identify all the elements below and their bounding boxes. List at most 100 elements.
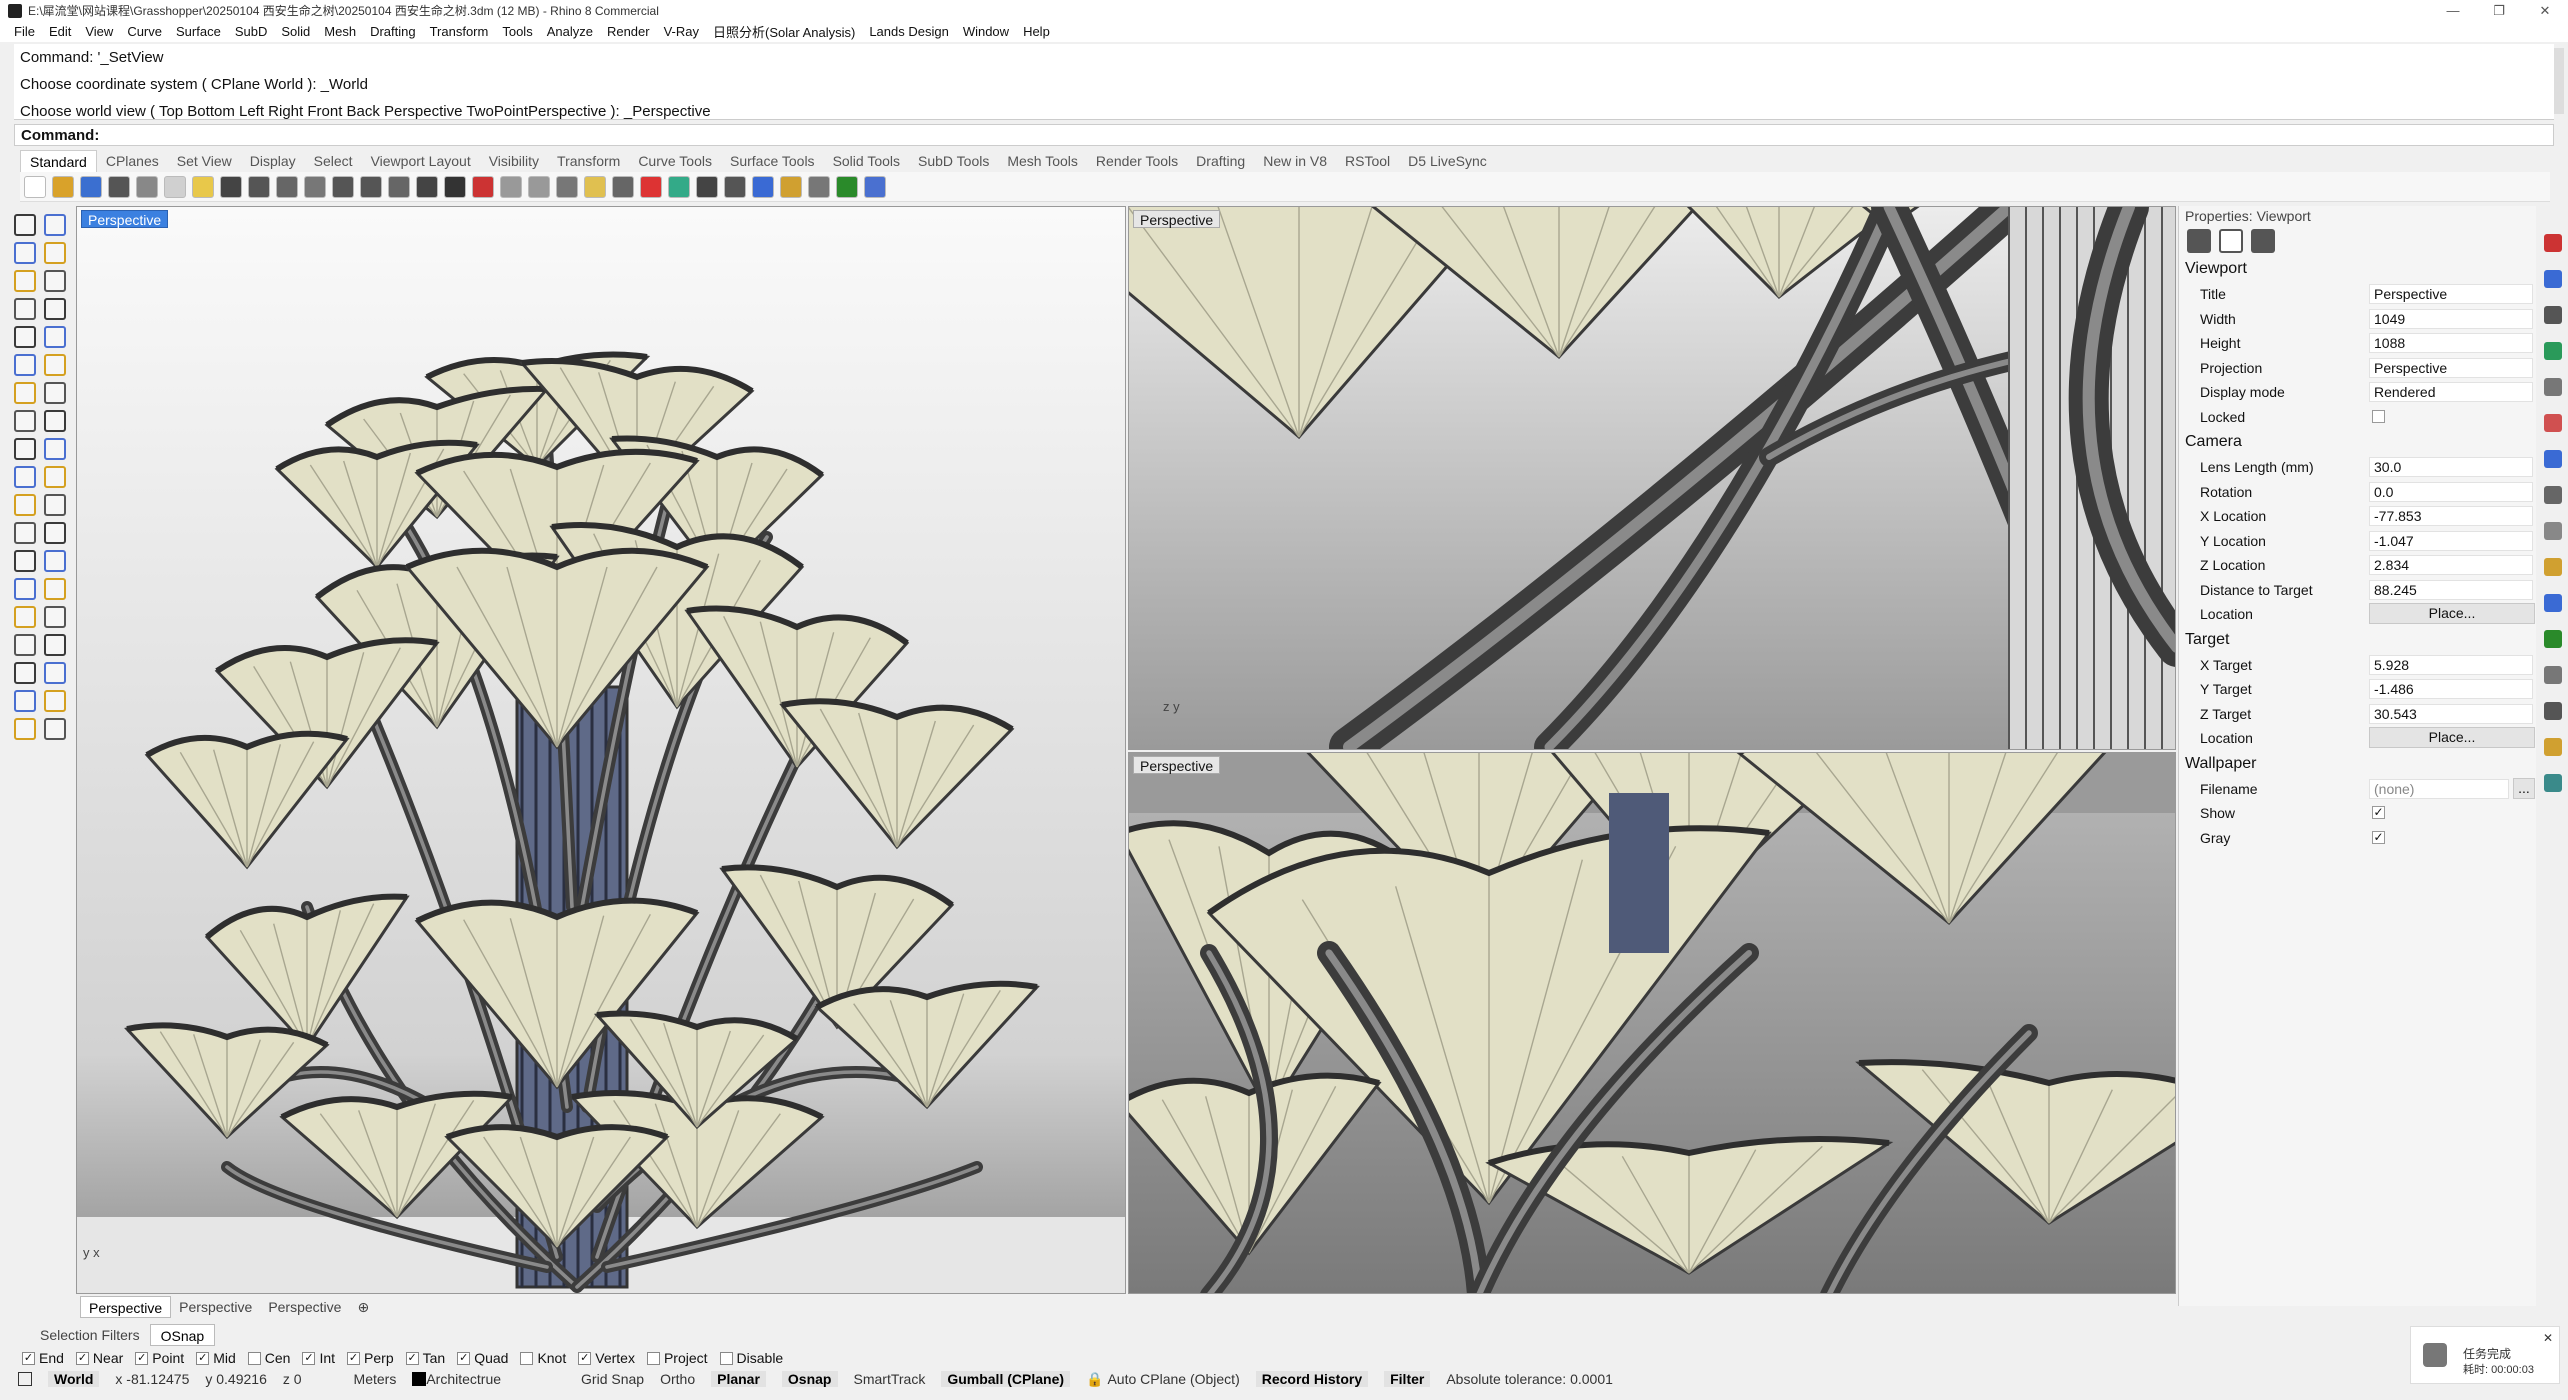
close-notification-icon[interactable]: ✕ [2543, 1331, 2553, 1345]
menu-item[interactable]: Solid [281, 24, 310, 39]
toolbar-button-icon[interactable] [416, 175, 438, 198]
left-tool-icon[interactable] [14, 662, 36, 684]
toolbar-button-icon[interactable] [220, 175, 242, 198]
left-tool-icon[interactable] [14, 438, 36, 460]
toolbar-button-icon[interactable] [52, 175, 74, 198]
left-tool-icon[interactable] [14, 354, 36, 376]
osnap-option[interactable]: ✓ Int [302, 1350, 335, 1366]
property-value-field[interactable]: 0.0 [2369, 481, 2533, 502]
osnap-option[interactable]: Knot [520, 1350, 566, 1366]
osnap-option[interactable]: ✓ End [22, 1350, 64, 1366]
command-history-scrollbar[interactable] [2554, 48, 2564, 114]
toolbar-tab[interactable]: Curve Tools [629, 150, 721, 172]
property-value-field[interactable]: -1.486 [2369, 679, 2533, 699]
osnap-option[interactable]: ✓ Mid [196, 1350, 236, 1366]
browse-button[interactable]: ... [2513, 777, 2535, 799]
osnap-checkbox[interactable]: ✓ [578, 1351, 592, 1365]
toolbar-button-icon[interactable] [808, 175, 830, 198]
toolbar-tab[interactable]: Drafting [1187, 150, 1254, 172]
osnap-option[interactable]: ✓ Quad [457, 1350, 508, 1366]
place-camera-button[interactable]: Place... [2369, 603, 2535, 624]
grid-snap-button[interactable]: Grid Snap [581, 1371, 644, 1387]
toolbar-button-icon[interactable] [864, 175, 886, 198]
locked-checkbox[interactable] [2372, 409, 2385, 423]
panel-tab-icon[interactable] [2544, 270, 2562, 288]
left-tool-icon[interactable] [14, 718, 36, 740]
toolbar-button-icon[interactable] [780, 175, 802, 198]
left-tool-icon[interactable] [44, 382, 66, 404]
toolbar-tab[interactable]: SubD Tools [909, 150, 998, 172]
property-value-field[interactable]: 88.245 [2369, 579, 2533, 600]
menu-item[interactable]: Drafting [370, 24, 416, 39]
close-icon[interactable]: ✕ [2522, 0, 2568, 21]
units-label[interactable]: Meters [354, 1371, 397, 1387]
left-tool-icon[interactable] [14, 634, 36, 656]
toolbar-tab[interactable]: Select [305, 150, 362, 172]
property-value-field[interactable]: -77.853 [2369, 506, 2533, 526]
panel-tab-icon[interactable] [2544, 630, 2562, 648]
osnap-checkbox[interactable]: ✓ [75, 1351, 89, 1365]
left-tool-icon[interactable] [44, 326, 66, 348]
property-value-field[interactable]: Rendered [2369, 382, 2533, 402]
property-value-field[interactable]: 30.543 [2369, 703, 2533, 724]
place-target-button[interactable]: Place... [2369, 727, 2535, 748]
property-value-field[interactable]: 5.928 [2369, 654, 2533, 675]
left-tool-icon[interactable] [44, 578, 66, 600]
toolbar-button-icon[interactable] [108, 175, 130, 198]
viewport-label-bottom-right[interactable]: Perspective [1133, 756, 1221, 774]
menu-item[interactable]: Tools [502, 24, 532, 39]
toolbar-button-icon[interactable] [304, 175, 326, 198]
toolbar-button-icon[interactable] [724, 175, 746, 198]
osnap-button[interactable]: Osnap [781, 1371, 838, 1387]
viewport-icon[interactable] [2219, 229, 2243, 253]
property-value-field[interactable]: Perspective [2369, 357, 2533, 378]
panel-tab-icon[interactable] [2544, 738, 2562, 756]
left-tool-icon[interactable] [14, 494, 36, 516]
toolbar-button-icon[interactable] [584, 175, 606, 198]
toolbar-tab[interactable]: D5 LiveSync [1399, 150, 1496, 172]
menu-item[interactable]: Analyze [547, 24, 593, 39]
panel-tab-icon[interactable] [2544, 450, 2562, 468]
panel-tab-icon[interactable] [2544, 414, 2562, 432]
toolbar-button-icon[interactable] [444, 175, 466, 198]
panel-tab-icon[interactable] [2544, 522, 2562, 540]
osnap-option[interactable]: ✓ Point [135, 1350, 184, 1366]
record-history-button[interactable]: Record History [1255, 1371, 1369, 1387]
toolbar-button-icon[interactable] [276, 175, 298, 198]
left-tool-icon[interactable] [44, 242, 66, 264]
toolbar-tab[interactable]: CPlanes [97, 150, 168, 172]
left-tool-icon[interactable] [44, 410, 66, 432]
toolbar-tab[interactable]: Standard [20, 150, 97, 172]
toolbar-button-icon[interactable] [752, 175, 774, 198]
toolbar-button-icon[interactable] [556, 175, 578, 198]
osnap-checkbox[interactable] [247, 1351, 261, 1365]
toolbar-tab[interactable]: New in V8 [1254, 150, 1336, 172]
osnap-option[interactable]: Project [646, 1350, 708, 1366]
osnap-checkbox[interactable]: ✓ [135, 1351, 149, 1365]
osnap-checkbox[interactable]: ✓ [457, 1351, 471, 1365]
osnap-option[interactable]: ✓ Perp [347, 1350, 394, 1366]
restore-icon[interactable]: ❐ [2476, 0, 2522, 21]
panel-tab-icon[interactable] [2544, 486, 2562, 504]
left-tool-icon[interactable] [14, 690, 36, 712]
osnap-checkbox[interactable] [520, 1351, 534, 1365]
osnap-checkbox[interactable] [719, 1351, 733, 1365]
toolbar-tab[interactable]: Surface Tools [721, 150, 824, 172]
menu-item[interactable]: Curve [127, 24, 162, 39]
gray-checkbox[interactable]: ✓ [2372, 830, 2385, 844]
camera-icon[interactable] [2187, 229, 2211, 253]
toolbar-button-icon[interactable] [836, 175, 858, 198]
smarttrack-button[interactable]: SmartTrack [854, 1371, 926, 1387]
panel-tab-icon[interactable] [2544, 378, 2562, 396]
cplane-button[interactable]: World [48, 1371, 100, 1387]
left-tool-icon[interactable] [14, 242, 36, 264]
property-value-field[interactable]: 2.834 [2369, 555, 2533, 575]
osnap-option[interactable]: Cen [247, 1350, 290, 1366]
menu-item[interactable]: Help [1023, 24, 1050, 39]
selection-filters-tab[interactable]: Selection Filters [30, 1324, 150, 1346]
toolbar-tab[interactable]: Visibility [480, 150, 548, 172]
osnap-checkbox[interactable]: ✓ [196, 1351, 210, 1365]
viewport-label-main[interactable]: Perspective [81, 210, 169, 228]
menu-item[interactable]: Surface [176, 24, 221, 39]
left-tool-icon[interactable] [44, 214, 66, 236]
